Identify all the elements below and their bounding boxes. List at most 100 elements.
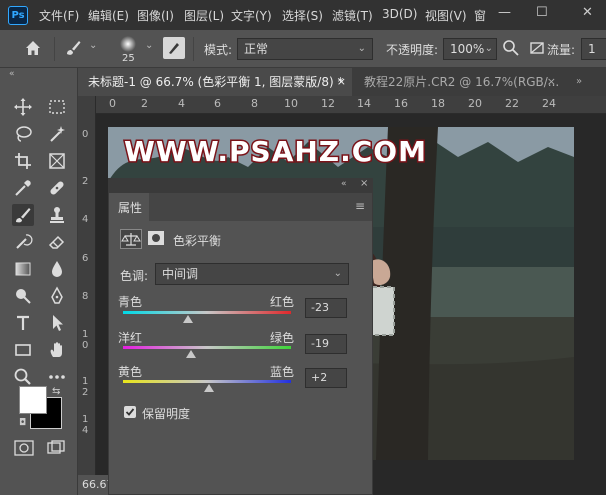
cyan-red-slider-track[interactable] — [123, 311, 291, 314]
pen-tool-icon[interactable] — [46, 285, 68, 307]
close-tab-icon[interactable]: × — [547, 68, 556, 96]
panel-menu-icon[interactable]: ≡ — [355, 199, 365, 213]
blur-tool-icon[interactable] — [46, 258, 68, 280]
tone-value: 中间调 — [162, 267, 199, 281]
chevron-down-icon: ⌄ — [484, 43, 493, 54]
preserve-luminosity-checkbox[interactable] — [124, 406, 136, 418]
tone-dropdown[interactable]: 中间调 ⌄ — [155, 263, 349, 285]
photoshop-logo: Ps — [8, 6, 28, 25]
slider-right-label: 绿色 — [270, 331, 295, 345]
zoom-tool-icon[interactable] — [12, 366, 34, 388]
healing-brush-tool-icon[interactable] — [46, 177, 68, 199]
magenta-green-slider-track[interactable] — [123, 346, 291, 349]
mode-value: 正常 — [244, 42, 269, 56]
type-tool-icon[interactable] — [12, 312, 34, 334]
tone-label: 色调: — [120, 269, 149, 283]
mode-dropdown[interactable]: 正常 ⌄ — [237, 38, 373, 60]
adjustment-name: 色彩平衡 — [173, 234, 222, 248]
magic-wand-tool-icon[interactable] — [46, 123, 68, 145]
menu-3d[interactable]: 3D(D) — [382, 7, 417, 21]
foreground-color-swatch[interactable] — [19, 386, 47, 414]
more-tools-icon[interactable] — [46, 366, 68, 388]
ruler-tick-label: 20 — [468, 97, 482, 110]
options-bar: ⌄ 25 ⌄ 模式: 正常 ⌄ 不透明度: 100% ⌄ 流量: 1 — [0, 30, 606, 68]
airbrush-icon[interactable] — [528, 39, 546, 57]
brush-tool-preset-icon[interactable] — [62, 37, 84, 59]
menu-layer[interactable]: 图层(L) — [184, 7, 224, 24]
menu-image[interactable]: 图像(I) — [137, 7, 174, 24]
cyan-red-value-field[interactable]: -23 — [305, 298, 347, 318]
menu-type[interactable]: 文字(Y) — [231, 7, 272, 24]
slider-right-label: 红色 — [270, 295, 295, 309]
chevron-down-icon: ⌄ — [357, 43, 366, 54]
menu-file[interactable]: 文件(F) — [39, 7, 79, 24]
ruler-tick-label: 12 — [321, 97, 335, 110]
yellow-blue-slider-thumb[interactable] — [203, 384, 214, 392]
more-tabs-icon[interactable]: » — [576, 76, 582, 87]
panel-title: 属性 — [118, 201, 143, 215]
yellow-blue-value-field[interactable]: +2 — [305, 368, 347, 388]
menu-view[interactable]: 视图(V) — [425, 7, 467, 24]
watermark-text: WWW.PSAHZ.COM — [123, 134, 428, 170]
default-colors-icon[interactable]: ◘ — [19, 418, 26, 428]
swap-colors-icon[interactable]: ⇆ — [52, 386, 60, 397]
slider-left-label: 黄色 — [118, 365, 143, 379]
menu-filter[interactable]: 滤镜(T) — [332, 7, 373, 24]
menu-select[interactable]: 选择(S) — [282, 7, 323, 24]
minimize-button[interactable]: — — [498, 5, 511, 20]
opacity-field[interactable]: 100% ⌄ — [443, 38, 497, 60]
close-button[interactable]: ✕ — [582, 5, 593, 20]
brush-tool-icon[interactable] — [12, 204, 34, 226]
frame-tool-icon[interactable] — [46, 150, 68, 172]
ruler-tick-label: 14 — [357, 97, 371, 110]
slider-right-label: 蓝色 — [270, 365, 295, 379]
yellow-blue-slider-track[interactable] — [123, 380, 291, 383]
tab-document-1[interactable]: 未标题-1 @ 66.7% (色彩平衡 1, 图层蒙版/8) * × — [78, 68, 352, 96]
maximize-button[interactable]: ☐ — [536, 5, 548, 20]
gradient-tool-icon[interactable] — [12, 258, 34, 280]
marquee-tool-icon[interactable] — [46, 96, 68, 118]
tab-label: 教程22原片.CR2 @ 16.7%(RGB/... — [364, 75, 560, 89]
eyedropper-tool-icon[interactable] — [12, 177, 34, 199]
menu-edit[interactable]: 编辑(E) — [88, 7, 129, 24]
lasso-tool-icon[interactable] — [12, 123, 34, 145]
quick-mask-icon[interactable] — [14, 440, 34, 456]
close-tab-icon[interactable]: × — [337, 68, 346, 96]
vertical-ruler: 0 2 4 6 8 1 0 1 2 1 4 — [78, 96, 96, 495]
tab-document-2[interactable]: 教程22原片.CR2 @ 16.7%(RGB/... × — [354, 68, 560, 96]
crop-tool-icon[interactable] — [12, 150, 34, 172]
eraser-tool-icon[interactable] — [46, 231, 68, 253]
properties-panel: « × 属性 ≡ 色彩平衡 色调: 中间调 ⌄ 青色 红色 -23 洋红 绿色 … — [108, 178, 373, 495]
chevron-down-icon[interactable]: ⌄ — [145, 40, 153, 51]
magenta-green-value-field[interactable]: -19 — [305, 334, 347, 354]
move-tool-icon[interactable] — [12, 96, 34, 118]
cyan-red-slider-thumb[interactable] — [182, 315, 193, 323]
horizontal-ruler: 0 2 4 6 8 10 12 14 16 18 20 22 24 — [96, 96, 606, 114]
rectangle-tool-icon[interactable] — [12, 339, 34, 361]
ruler-tick-label: 16 — [394, 97, 408, 110]
layer-mask-icon[interactable] — [148, 231, 164, 245]
home-icon[interactable] — [22, 37, 44, 59]
screen-mode-icon[interactable] — [46, 440, 66, 456]
dodge-tool-icon[interactable] — [12, 285, 34, 307]
ruler-tick-label: 4 — [178, 97, 185, 110]
balance-scale-icon[interactable] — [120, 229, 142, 249]
path-selection-tool-icon[interactable] — [46, 312, 68, 334]
collapse-panel-icon[interactable]: « — [9, 69, 15, 79]
magenta-green-slider-thumb[interactable] — [186, 350, 197, 358]
ruler-tick-label: 24 — [542, 97, 556, 110]
close-panel-icon[interactable]: × — [360, 178, 368, 189]
chevron-down-icon: ⌄ — [333, 268, 342, 279]
menu-bar: Ps 文件(F) 编辑(E) 图像(I) 图层(L) 文字(Y) 选择(S) 滤… — [0, 0, 606, 30]
collapse-panel-icon[interactable]: « — [341, 179, 347, 189]
ruler-tick-label: 0 — [82, 129, 89, 140]
panel-tab-bar: 属性 ≡ — [109, 193, 372, 221]
flow-field[interactable]: 1 — [581, 38, 606, 60]
pressure-opacity-icon[interactable] — [501, 38, 521, 58]
clone-stamp-tool-icon[interactable] — [46, 204, 68, 226]
brush-settings-panel-icon[interactable] — [163, 37, 185, 59]
chevron-down-icon[interactable]: ⌄ — [89, 40, 97, 51]
history-brush-tool-icon[interactable] — [12, 231, 34, 253]
hand-tool-icon[interactable] — [46, 339, 68, 361]
menu-window[interactable]: 窗 — [474, 7, 486, 24]
